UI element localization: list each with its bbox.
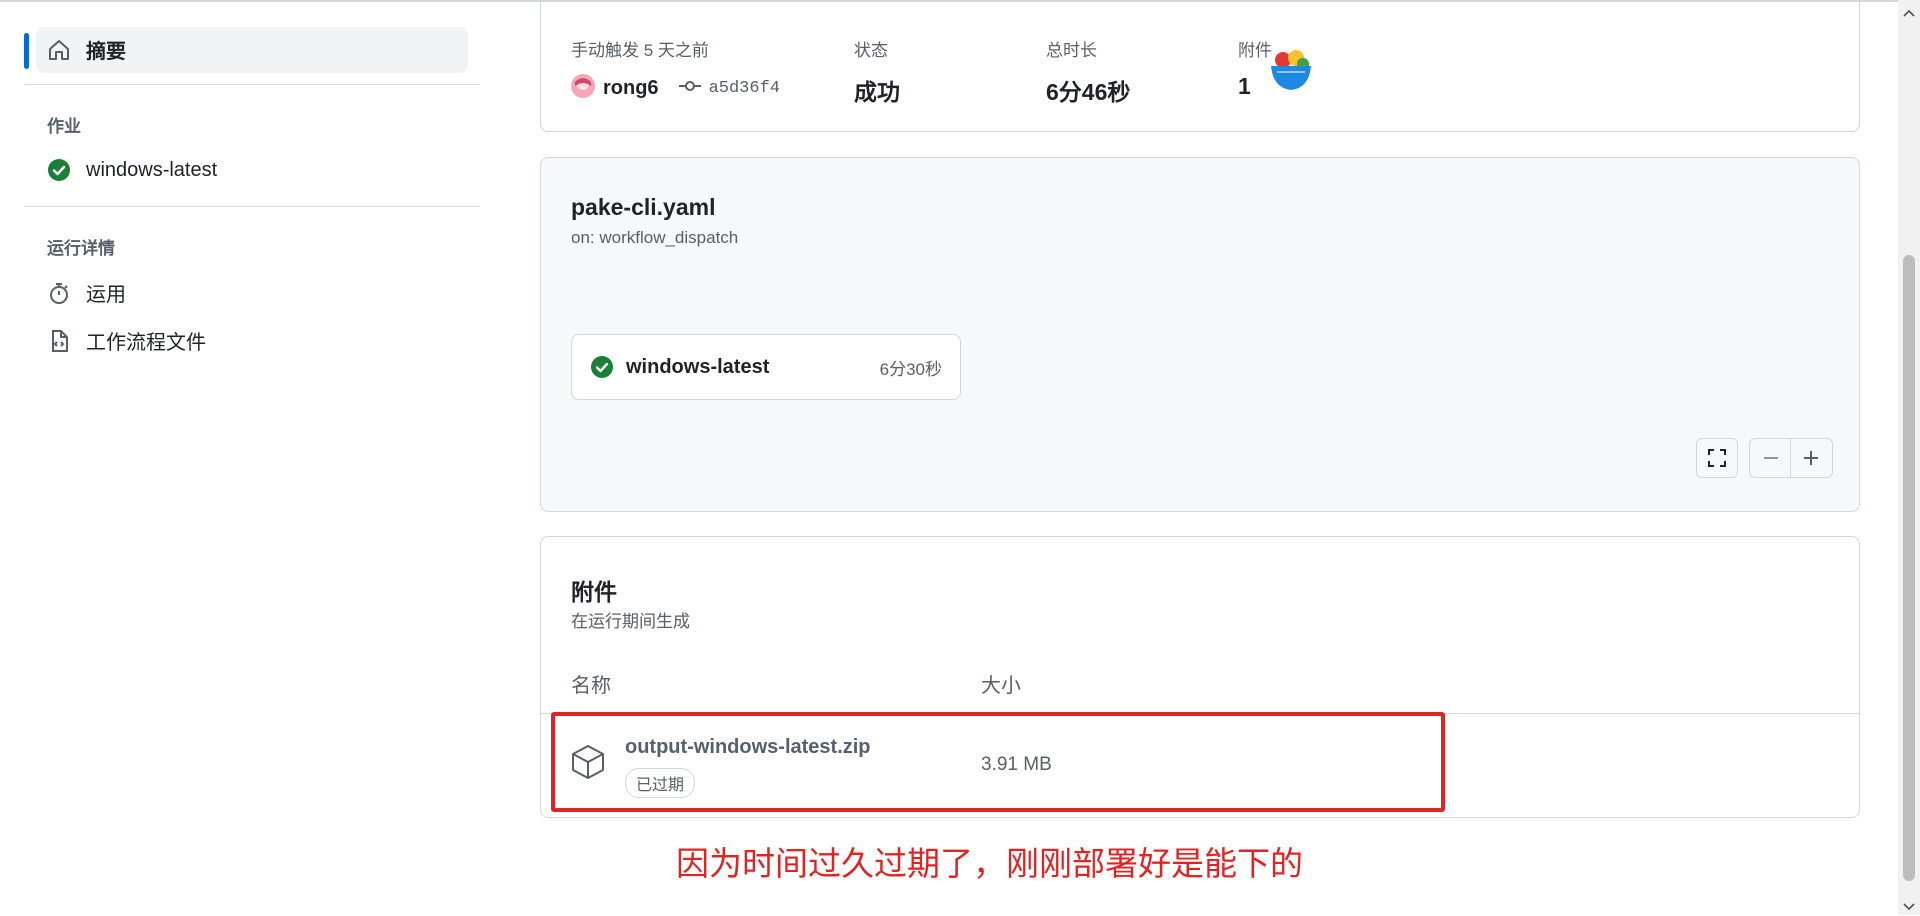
divider bbox=[24, 84, 480, 85]
sidebar-item-job[interactable]: windows-latest bbox=[46, 157, 217, 183]
run-details-heading: 运行详情 bbox=[47, 239, 115, 258]
sidebar: 摘要 作业 windows-latest 运行详情 运用 工作流程文件 bbox=[0, 0, 490, 915]
workflow-trigger: on: workflow_dispatch bbox=[571, 228, 739, 247]
artifacts-count: 1 bbox=[1238, 73, 1251, 99]
run-summary-panel: 手动触发 5 天之前 rong6 a5d36f4 状态 成功 总时长 6分46秒… bbox=[540, 2, 1860, 132]
sidebar-item-label: 摘要 bbox=[86, 41, 126, 63]
zoom-controls bbox=[1749, 438, 1833, 478]
divider bbox=[24, 206, 480, 207]
job-duration: 6分30秒 bbox=[879, 359, 942, 379]
job-name: windows-latest bbox=[626, 355, 770, 378]
check-circle-icon bbox=[46, 157, 72, 183]
zoom-out-button[interactable] bbox=[1761, 448, 1781, 468]
zoom-in-button[interactable] bbox=[1801, 448, 1821, 468]
sidebar-item-summary-content[interactable]: 摘要 bbox=[46, 35, 126, 64]
sidebar-item-label: windows-latest bbox=[86, 158, 218, 181]
scroll-up-arrow-icon[interactable] bbox=[1903, 4, 1915, 22]
fullscreen-icon bbox=[1707, 448, 1727, 468]
sidebar-item-label: 工作流程文件 bbox=[86, 332, 206, 354]
workflow-graph-panel: pake-cli.yaml on: workflow_dispatch wind… bbox=[540, 157, 1860, 512]
divider bbox=[1790, 439, 1792, 477]
job-card[interactable]: windows-latest 6分30秒 bbox=[571, 334, 961, 400]
commit-icon bbox=[678, 78, 701, 99]
annotation-note: 因为时间过久过期了，刚刚部署好是能下的 bbox=[676, 845, 1303, 882]
duration-label: 总时长 bbox=[1046, 41, 1097, 60]
highlight-box bbox=[551, 712, 1445, 812]
jobs-heading: 作业 bbox=[47, 117, 81, 136]
check-circle-icon bbox=[590, 355, 614, 379]
scroll-down-arrow-icon[interactable] bbox=[1903, 898, 1915, 916]
file-code-icon bbox=[46, 328, 72, 354]
column-header-size: 大小 bbox=[981, 675, 1021, 697]
status-value: 成功 bbox=[854, 79, 900, 105]
scrollbar-thumb[interactable] bbox=[1903, 255, 1915, 881]
sidebar-item-label: 运用 bbox=[86, 284, 126, 306]
duration-value: 6分46秒 bbox=[1046, 79, 1131, 105]
artifacts-label: 附件 bbox=[1238, 41, 1272, 60]
artifacts-subtitle: 在运行期间生成 bbox=[571, 612, 690, 631]
home-icon bbox=[46, 37, 72, 63]
artifacts-title: 附件 bbox=[571, 579, 617, 605]
status-label: 状态 bbox=[854, 41, 888, 60]
active-indicator bbox=[24, 33, 29, 69]
commit-link[interactable]: a5d36f4 bbox=[709, 79, 780, 98]
stopwatch-icon bbox=[46, 280, 72, 306]
sidebar-item-usage[interactable]: 运用 bbox=[46, 278, 126, 307]
avatar[interactable] bbox=[571, 74, 595, 103]
trigger-meta: rong6 a5d36f4 bbox=[571, 74, 780, 103]
bowl-emoji-icon bbox=[1269, 48, 1313, 97]
fullscreen-button[interactable] bbox=[1696, 438, 1738, 478]
user-link[interactable]: rong6 bbox=[603, 77, 659, 100]
column-header-name: 名称 bbox=[571, 675, 611, 697]
workflow-file-name: pake-cli.yaml bbox=[571, 194, 716, 220]
sidebar-item-workflow-file[interactable]: 工作流程文件 bbox=[46, 326, 206, 355]
trigger-label: 手动触发 5 天之前 bbox=[571, 41, 709, 60]
